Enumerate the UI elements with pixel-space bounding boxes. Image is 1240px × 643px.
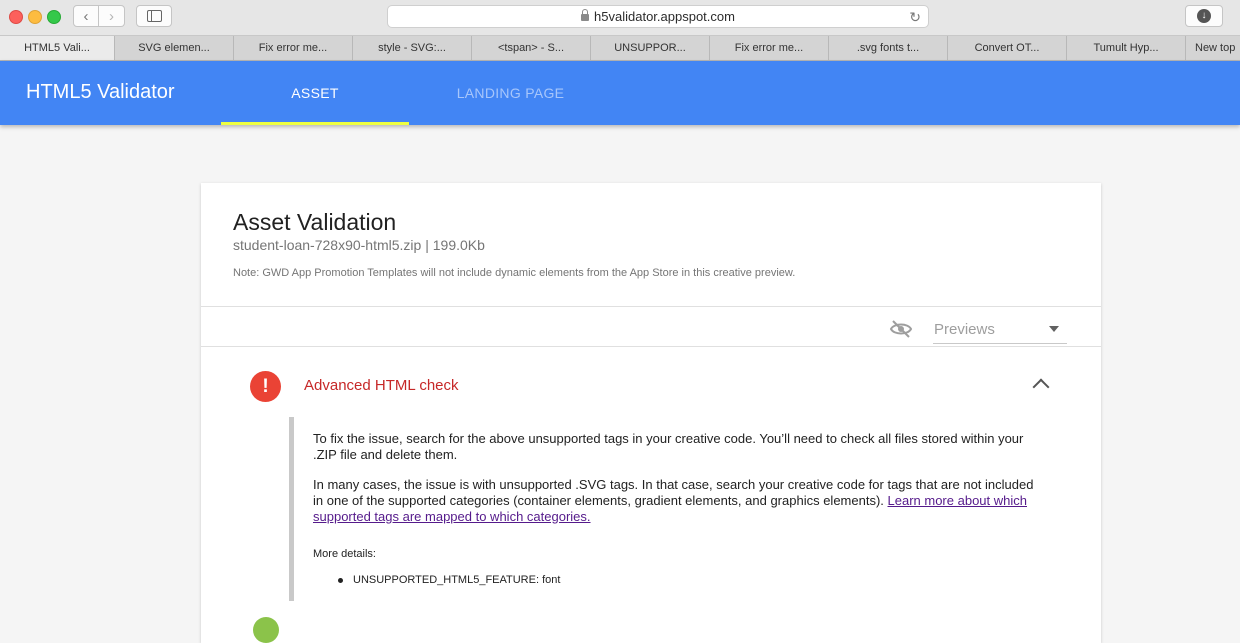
check-details: To fix the issue, search for the above u…	[289, 417, 1054, 601]
app-header: HTML5 Validator ASSET LANDING PAGE	[0, 61, 1240, 125]
svg-instructions: In many cases, the issue is with unsuppo…	[313, 477, 1043, 525]
chevron-up-icon[interactable]	[1032, 378, 1050, 396]
fix-instructions-text: To fix the issue, search for the above u…	[313, 431, 1024, 462]
page-title: Asset Validation	[233, 209, 397, 235]
app-title: HTML5 Validator	[26, 81, 175, 103]
caret-down-icon	[1049, 326, 1059, 332]
tab-landing-page[interactable]: LANDING PAGE	[409, 61, 612, 125]
detail-item: UNSUPPORTED_HTML5_FEATURE: font	[353, 574, 561, 586]
chevron-left-icon: ‹	[83, 7, 89, 25]
browser-tab[interactable]: .svg fonts t...	[829, 36, 948, 60]
visibility-off-icon[interactable]	[889, 320, 913, 338]
preview-note: Note: GWD App Promotion Templates will n…	[233, 267, 796, 279]
tab-asset[interactable]: ASSET	[221, 61, 409, 125]
divider	[201, 306, 1101, 307]
browser-tab-bar: HTML5 Vali... SVG elemen... Fix error me…	[0, 36, 1240, 61]
browser-tab[interactable]: Fix error me...	[234, 36, 353, 60]
browser-tab[interactable]: HTML5 Vali...	[0, 36, 115, 60]
browser-tab[interactable]: Tumult Hyp...	[1067, 36, 1186, 60]
sidebar-icon	[146, 10, 162, 22]
zoom-window-button[interactable]	[47, 10, 61, 24]
success-icon	[253, 617, 279, 643]
error-icon: !	[250, 371, 281, 402]
divider	[201, 346, 1101, 347]
check-title[interactable]: Advanced HTML check	[304, 377, 459, 394]
browser-tab[interactable]: style - SVG:...	[353, 36, 472, 60]
browser-tab[interactable]: <tspan> - S...	[472, 36, 591, 60]
download-icon: ↓	[1197, 9, 1211, 23]
asset-validation-card: Asset Validation student-loan-728x90-htm…	[201, 183, 1101, 643]
lock-icon	[581, 9, 590, 21]
address-bar[interactable]: h5validator.appspot.com ↻	[387, 5, 929, 28]
reload-icon[interactable]: ↻	[909, 9, 921, 26]
browser-toolbar: ‹ › h5validator.appspot.com ↻ ↓	[0, 0, 1240, 36]
browser-tab[interactable]: New top	[1186, 36, 1240, 60]
downloads-button[interactable]: ↓	[1185, 5, 1223, 27]
more-details-label: More details:	[313, 548, 376, 560]
close-window-button[interactable]	[9, 10, 23, 24]
browser-tab[interactable]: Convert OT...	[948, 36, 1067, 60]
fix-instructions: To fix the issue, search for the above u…	[313, 431, 1043, 463]
sidebar-toggle-button[interactable]	[136, 5, 172, 27]
forward-button[interactable]: ›	[99, 5, 125, 27]
active-tab-indicator	[221, 122, 409, 125]
browser-tab[interactable]: UNSUPPOR...	[591, 36, 710, 60]
minimize-window-button[interactable]	[28, 10, 42, 24]
previews-label: Previews	[934, 321, 995, 338]
previews-dropdown[interactable]: Previews	[933, 318, 1067, 344]
bullet	[338, 578, 343, 583]
browser-tab[interactable]: SVG elemen...	[115, 36, 234, 60]
chevron-right-icon: ›	[109, 7, 114, 25]
file-info: student-loan-728x90-html5.zip | 199.0Kb	[233, 237, 485, 253]
back-button[interactable]: ‹	[73, 5, 99, 27]
browser-tab[interactable]: Fix error me...	[710, 36, 829, 60]
url-text: h5validator.appspot.com	[594, 9, 735, 24]
